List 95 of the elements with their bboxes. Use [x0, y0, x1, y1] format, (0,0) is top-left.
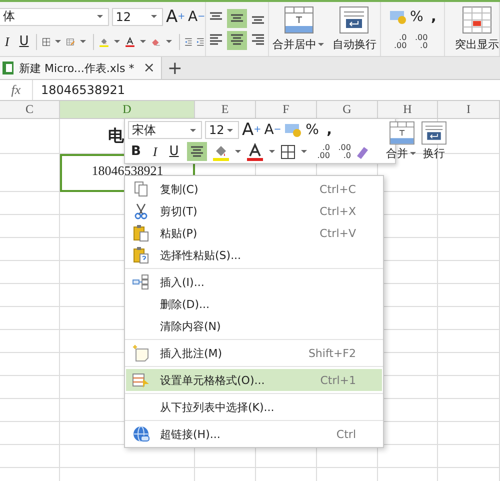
- caret-icon[interactable]: [190, 128, 196, 132]
- function-label: fx: [10, 82, 22, 98]
- grow-font-button[interactable]: A$^{+}$: [242, 121, 262, 139]
- font-size-field[interactable]: 12: [112, 8, 164, 26]
- menu-item[interactable]: 设置单元格格式(O)... Ctrl+1: [126, 369, 382, 391]
- new-tab-button[interactable]: +: [162, 57, 188, 79]
- format-cells-icon: [132, 371, 150, 389]
- table-cell: [438, 399, 500, 422]
- decrease-decimal-button[interactable]: .00 .0: [333, 144, 351, 160]
- align-button[interactable]: [227, 30, 247, 50]
- menu-item[interactable]: 超链接(H)... Ctrl: [126, 423, 382, 445]
- table-cell: [438, 445, 500, 468]
- font-name-field[interactable]: 宋体: [128, 121, 202, 139]
- font-size-field[interactable]: 12: [205, 121, 239, 139]
- comma-style-button[interactable]: ,: [322, 121, 336, 139]
- decrease-decimal-button[interactable]: .00 .0: [410, 34, 428, 50]
- table-cell: [438, 330, 500, 353]
- merge-cells-icon: [284, 6, 314, 34]
- underline-button[interactable]: U: [17, 32, 31, 50]
- menu-item[interactable]: 清除内容(N): [126, 315, 382, 337]
- align-icon: [189, 144, 205, 160]
- increase-decimal-button[interactable]: .0 .00: [388, 34, 407, 50]
- wrap-text-icon: [421, 121, 447, 145]
- wrap-text-button[interactable]: 换行: [421, 121, 447, 161]
- table-cell: [438, 353, 500, 376]
- shrink-font-button[interactable]: A$^{−}$: [188, 8, 205, 26]
- table-cell: [438, 422, 500, 445]
- shortcut-label: Ctrl+V: [320, 226, 356, 240]
- caret-icon[interactable]: [114, 40, 120, 43]
- note-icon: [132, 344, 150, 362]
- clipboard-icon: [132, 224, 150, 242]
- caret-icon[interactable]: [410, 152, 416, 155]
- shortcut-label: Shift+F2: [308, 346, 356, 360]
- shortcut-label: Ctrl: [336, 428, 356, 440]
- caret-icon[interactable]: [96, 15, 103, 18]
- menu-item[interactable]: 从下拉列表中选择(K)...: [126, 396, 382, 418]
- table-cell: [438, 284, 500, 307]
- globe-link-icon: [132, 425, 150, 443]
- merge-center-button[interactable]: 合并居中: [272, 6, 326, 52]
- spreadsheet-file-icon: [2, 61, 14, 75]
- document-tab[interactable]: 新建 Micro...作表.xls * ×: [0, 57, 162, 79]
- menu-item[interactable]: 插入批注(M) Shift+F2: [126, 342, 382, 364]
- wrap-text-button[interactable]: 自动换行: [332, 6, 376, 52]
- percent-button[interactable]: %: [410, 8, 424, 26]
- caret-icon[interactable]: [227, 128, 233, 132]
- copy-icon: [132, 180, 150, 198]
- borders-icon[interactable]: [280, 144, 296, 160]
- table-cell: [0, 445, 60, 468]
- increase-decimal-button[interactable]: .0 .00: [312, 144, 330, 160]
- menu-item[interactable]: 剪切(T) Ctrl+X: [126, 200, 382, 222]
- table-cell: [438, 261, 500, 284]
- align-center-button[interactable]: [187, 142, 207, 161]
- caret-icon[interactable]: [80, 40, 86, 43]
- close-tab-button[interactable]: ×: [143, 60, 155, 76]
- caret-icon[interactable]: [151, 15, 158, 18]
- table-cell: [438, 192, 500, 215]
- wrap-text-icon: [339, 6, 370, 34]
- align-button[interactable]: [227, 8, 247, 28]
- insert-cells-icon: [132, 273, 150, 291]
- caret-icon[interactable]: [140, 40, 146, 43]
- column-header[interactable]: D: [60, 101, 195, 118]
- clipboard-icon: [132, 246, 150, 264]
- table-cell: [0, 119, 60, 154]
- tab-title: 新建 Micro...作表.xls *: [19, 60, 134, 76]
- italic-button[interactable]: I: [0, 32, 14, 50]
- menu-item[interactable]: 粘贴(P) Ctrl+V: [126, 222, 382, 244]
- table-cell: [438, 215, 500, 238]
- comma-style-button[interactable]: ,: [426, 8, 441, 26]
- highlight-button[interactable]: 突出显示: [455, 6, 499, 52]
- grow-font-button[interactable]: A$^{+}$: [166, 8, 186, 26]
- merge-button[interactable]: 合并: [386, 121, 418, 161]
- shortcut-label: Ctrl+C: [320, 182, 356, 196]
- caret-icon[interactable]: [235, 150, 241, 153]
- shortcut-label: Ctrl+1: [320, 374, 356, 386]
- table-cell: [0, 154, 60, 192]
- shrink-font-button[interactable]: A$^{−}$: [264, 121, 282, 139]
- font-name-field[interactable]: 体: [0, 8, 109, 26]
- menu-item[interactable]: 插入(I)...: [126, 271, 382, 293]
- caret-icon[interactable]: [166, 40, 172, 43]
- highlight-cells-icon: [462, 6, 492, 34]
- font-color-icon[interactable]: [246, 142, 264, 160]
- percent-button[interactable]: %: [305, 121, 320, 139]
- table-cell: [438, 307, 500, 330]
- table-cell: [438, 376, 500, 399]
- menu-item[interactable]: 删除(D)...: [126, 293, 382, 315]
- formula-field[interactable]: 18046538921: [32, 80, 500, 100]
- caret-icon[interactable]: [55, 40, 62, 43]
- caret-icon[interactable]: [301, 150, 307, 153]
- scissors-icon: [132, 202, 150, 220]
- shortcut-label: Ctrl+X: [320, 204, 356, 218]
- table-cell: [438, 238, 500, 261]
- menu-item[interactable]: 选择性粘贴(S)...: [126, 244, 382, 266]
- caret-icon[interactable]: [318, 43, 324, 46]
- caret-icon[interactable]: [269, 150, 275, 153]
- column-header[interactable]: I: [438, 101, 500, 118]
